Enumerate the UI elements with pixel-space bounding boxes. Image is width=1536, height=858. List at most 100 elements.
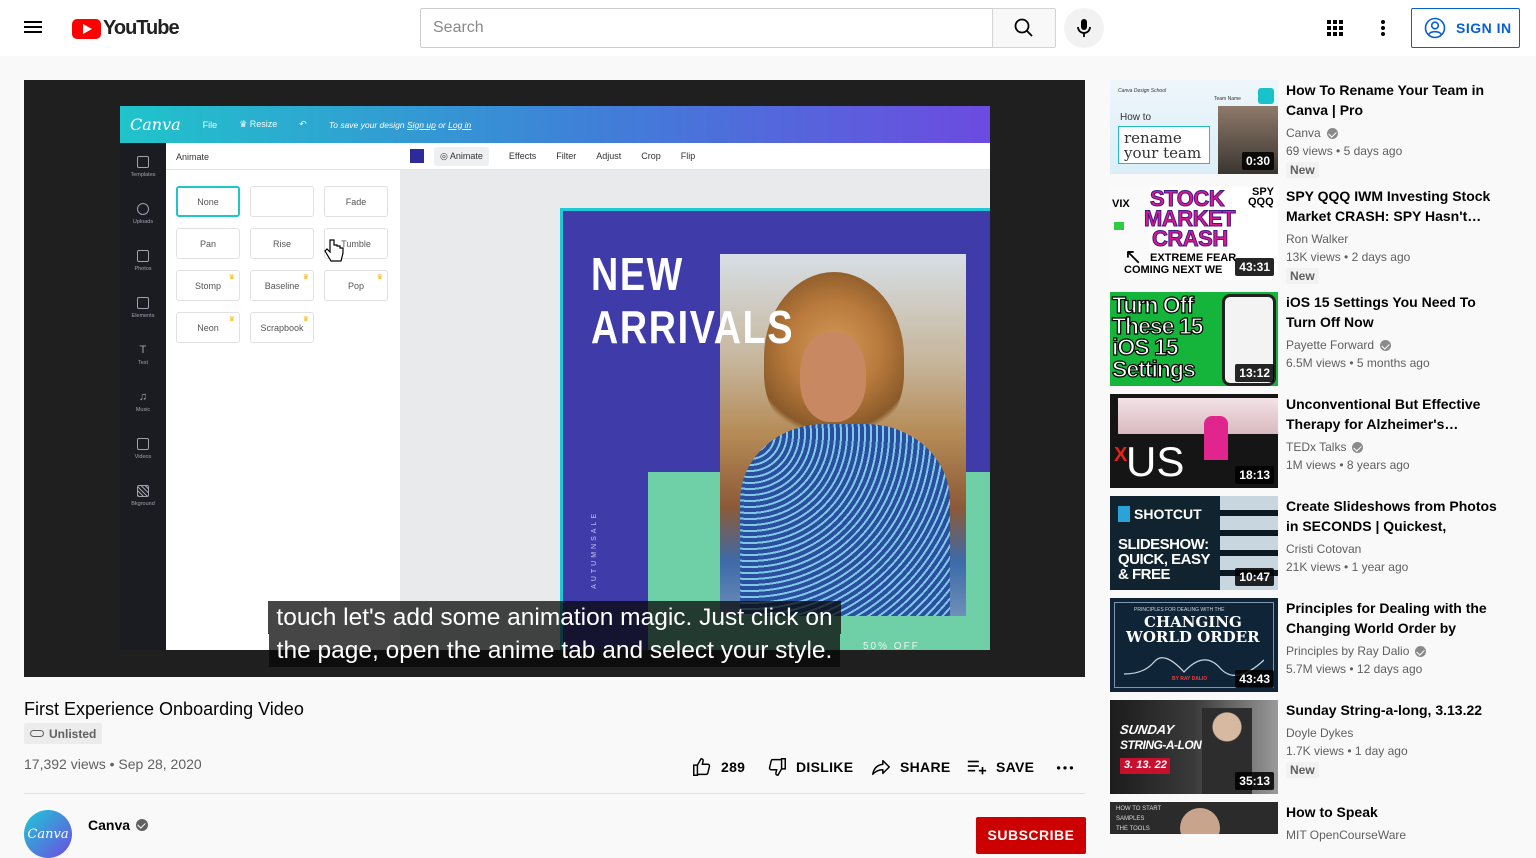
animation-tile-label: Scrapbook [260,322,304,333]
recommendation-views: 69 views [1286,144,1333,158]
recommendation-title[interactable]: iOS 15 Settings You Need To Turn Off Now [1286,292,1498,332]
channel-name[interactable]: Canva [88,817,149,833]
canva-resize-label: Resize [249,119,278,129]
dislike-button[interactable]: DISLIKE [766,754,853,780]
recommendation-channel[interactable]: MIT OpenCourseWare [1286,826,1498,844]
thumb-text: How to [1120,112,1152,123]
recommendation-channel-name: Principles by Ray Dalio [1286,644,1410,658]
animation-tile-label: Neon [197,322,219,333]
video-player[interactable]: Canva File ♛ Resize ↶ To save your desig… [24,80,1085,677]
video-thumbnail[interactable]: VIX STOCK MARKET CRASH SPY QQQ ↖ EXTREME… [1110,186,1278,280]
canva-save-note: To save your design Sign up or Log in [329,120,471,130]
save-button[interactable]: SAVE [966,754,1034,780]
like-count: 289 [721,759,746,775]
save-label: SAVE [996,759,1035,775]
recommendation-item[interactable]: VIX STOCK MARKET CRASH SPY QQQ ↖ EXTREME… [1110,186,1510,284]
video-thumbnail[interactable]: Canva Design School How to rename your t… [1110,80,1278,174]
recommendation-channel[interactable]: Principles by Ray Dalio [1286,642,1498,660]
recommendation-views: 1.7K views [1286,744,1345,758]
recommendation-item[interactable]: X US 18:13 Unconventional But Effective … [1110,394,1510,488]
recommendation-channel[interactable]: TEDx Talks [1286,438,1498,456]
recommendation-title[interactable]: Sunday String-a-long, 3.13.22 [1286,700,1498,720]
verified-icon [1380,339,1392,351]
thumb-text: 3. 13. 22 [1124,759,1167,771]
recommendation-title[interactable]: Create Slideshows from Photos in SECONDS… [1286,496,1498,536]
search-input[interactable] [421,9,993,47]
share-button[interactable]: SHARE [870,754,951,780]
canva-tool: Templates [120,143,166,190]
color-swatch [410,149,424,163]
video-thumbnail[interactable]: X US 18:13 [1110,394,1278,488]
dislike-label: DISLIKE [796,759,854,775]
canva-side-toolbar: Templates Uploads Photos Elements T Text … [120,143,166,650]
animation-grid: None Fade Pan Rise Tumble Stomp ♛ Baselin… [176,186,388,343]
like-button[interactable]: 289 [691,754,745,780]
video-thumbnail[interactable]: SHOTCUT SLIDESHOW: QUICK, EASY & FREE 10… [1110,496,1278,590]
video-duration: 10:47 [1235,568,1274,586]
recommendation-title[interactable]: Principles for Dealing with the Changing… [1286,598,1498,638]
recommendation-item[interactable]: HOW TO START SAMPLES THE TOOLS How to Sp… [1110,802,1510,842]
subscribe-button[interactable]: SUBSCRIBE [976,817,1086,854]
recommendation-title[interactable]: How To Rename Your Team in Canva | Pro [1286,80,1498,120]
recommendation-item[interactable]: SHOTCUT SLIDESHOW: QUICK, EASY & FREE 10… [1110,496,1510,590]
more-actions-button[interactable] [1054,754,1084,780]
recommendation-info: iOS 15 Settings You Need To Turn Off Now… [1286,292,1498,372]
recommendation-title[interactable]: Unconventional But Effective Therapy for… [1286,394,1498,434]
recommendation-channel-name: Doyle Dykes [1286,726,1354,740]
thumb-text: SHOTCUT [1134,506,1202,522]
design-canvas: NEW ARRIVALS AUTUMNSALE 50% OFF [560,208,990,650]
recommendation-channel[interactable]: Ron Walker [1286,230,1498,248]
canva-tool-label: Music [135,406,151,413]
recommendation-channel[interactable]: Canva [1286,124,1498,142]
apps-icon [1327,20,1343,36]
recommendation-info: Unconventional But Effective Therapy for… [1286,394,1498,474]
view-count: 17,392 views [24,756,106,772]
recommendation-item[interactable]: PRINCIPLES FOR DEALING WITH THE CHANGING… [1110,598,1510,692]
thumb-green-bar [1114,222,1124,230]
new-badge: New [1286,162,1319,178]
canva-topbar: Canva File ♛ Resize ↶ To save your desig… [120,106,990,143]
recommendation-age: 12 days ago [1356,662,1423,676]
sign-in-button[interactable]: SIGN IN [1411,8,1520,48]
design-headline: NEW ARRIVALS [591,248,794,354]
video-thumbnail[interactable]: Turn Off These 15 iOS 15 Settings 13:12 [1110,292,1278,386]
canva-tool-label: Templates [130,171,156,178]
menu-icon[interactable] [24,18,48,38]
recommendation-age: 1 day ago [1354,744,1408,758]
recommendation-channel[interactable]: Payette Forward [1286,336,1498,354]
channel-avatar[interactable]: Canva [24,810,72,858]
recommendation-info: Sunday String-a-long, 3.13.22 Doyle Dyke… [1286,700,1498,779]
thumb-screen [1118,398,1278,434]
text-icon: T [139,343,147,356]
music-icon: ♫ [138,390,148,403]
youtube-logo[interactable]: YouTube [72,17,180,40]
recommendation-item[interactable]: Turn Off These 15 iOS 15 Settings 13:12 … [1110,292,1510,386]
recommendation-stats: 5.7M views • 12 days ago [1286,662,1423,676]
recommendation-info: SPY QQQ IWM Investing Stock Market CRASH… [1286,186,1498,285]
save-icon [967,760,987,775]
search-button[interactable] [992,8,1056,48]
recommendation-channel[interactable]: Doyle Dykes [1286,724,1498,742]
video-thumbnail[interactable]: PRINCIPLES FOR DEALING WITH THE CHANGING… [1110,598,1278,692]
voice-search-button[interactable] [1064,8,1104,48]
recommendation-title[interactable]: How to Speak [1286,802,1498,822]
video-duration: 18:13 [1235,466,1274,484]
video-thumbnail[interactable]: HOW TO START SAMPLES THE TOOLS [1110,802,1278,834]
canva-tool: Uploads [120,190,166,237]
youtube-wordmark: YouTube [103,17,180,39]
apps-button[interactable] [1319,12,1351,44]
recommendation-views: 5.7M views [1286,662,1347,676]
settings-more-button[interactable] [1367,12,1399,44]
animation-tile-label: Baseline [264,280,300,291]
animation-tile: Fade [324,186,388,217]
thumb-text: WORLD ORDER [1126,628,1260,646]
recommendation-item[interactable]: SUNDAY STRING-A-LONG 3. 13. 22 35:13 Sun… [1110,700,1510,794]
canva-tool: Videos [120,425,166,472]
recommendation-channel[interactable]: Cristi Cotovan [1286,540,1498,558]
recommendation-item[interactable]: Canva Design School How to rename your t… [1110,80,1510,178]
video-thumbnail[interactable]: SUNDAY STRING-A-LONG 3. 13. 22 35:13 [1110,700,1278,794]
ctx-filter: Filter [556,151,577,161]
search-box [420,8,993,48]
recommendation-info: Principles for Dealing with the Changing… [1286,598,1498,678]
recommendation-title[interactable]: SPY QQQ IWM Investing Stock Market CRASH… [1286,186,1498,226]
